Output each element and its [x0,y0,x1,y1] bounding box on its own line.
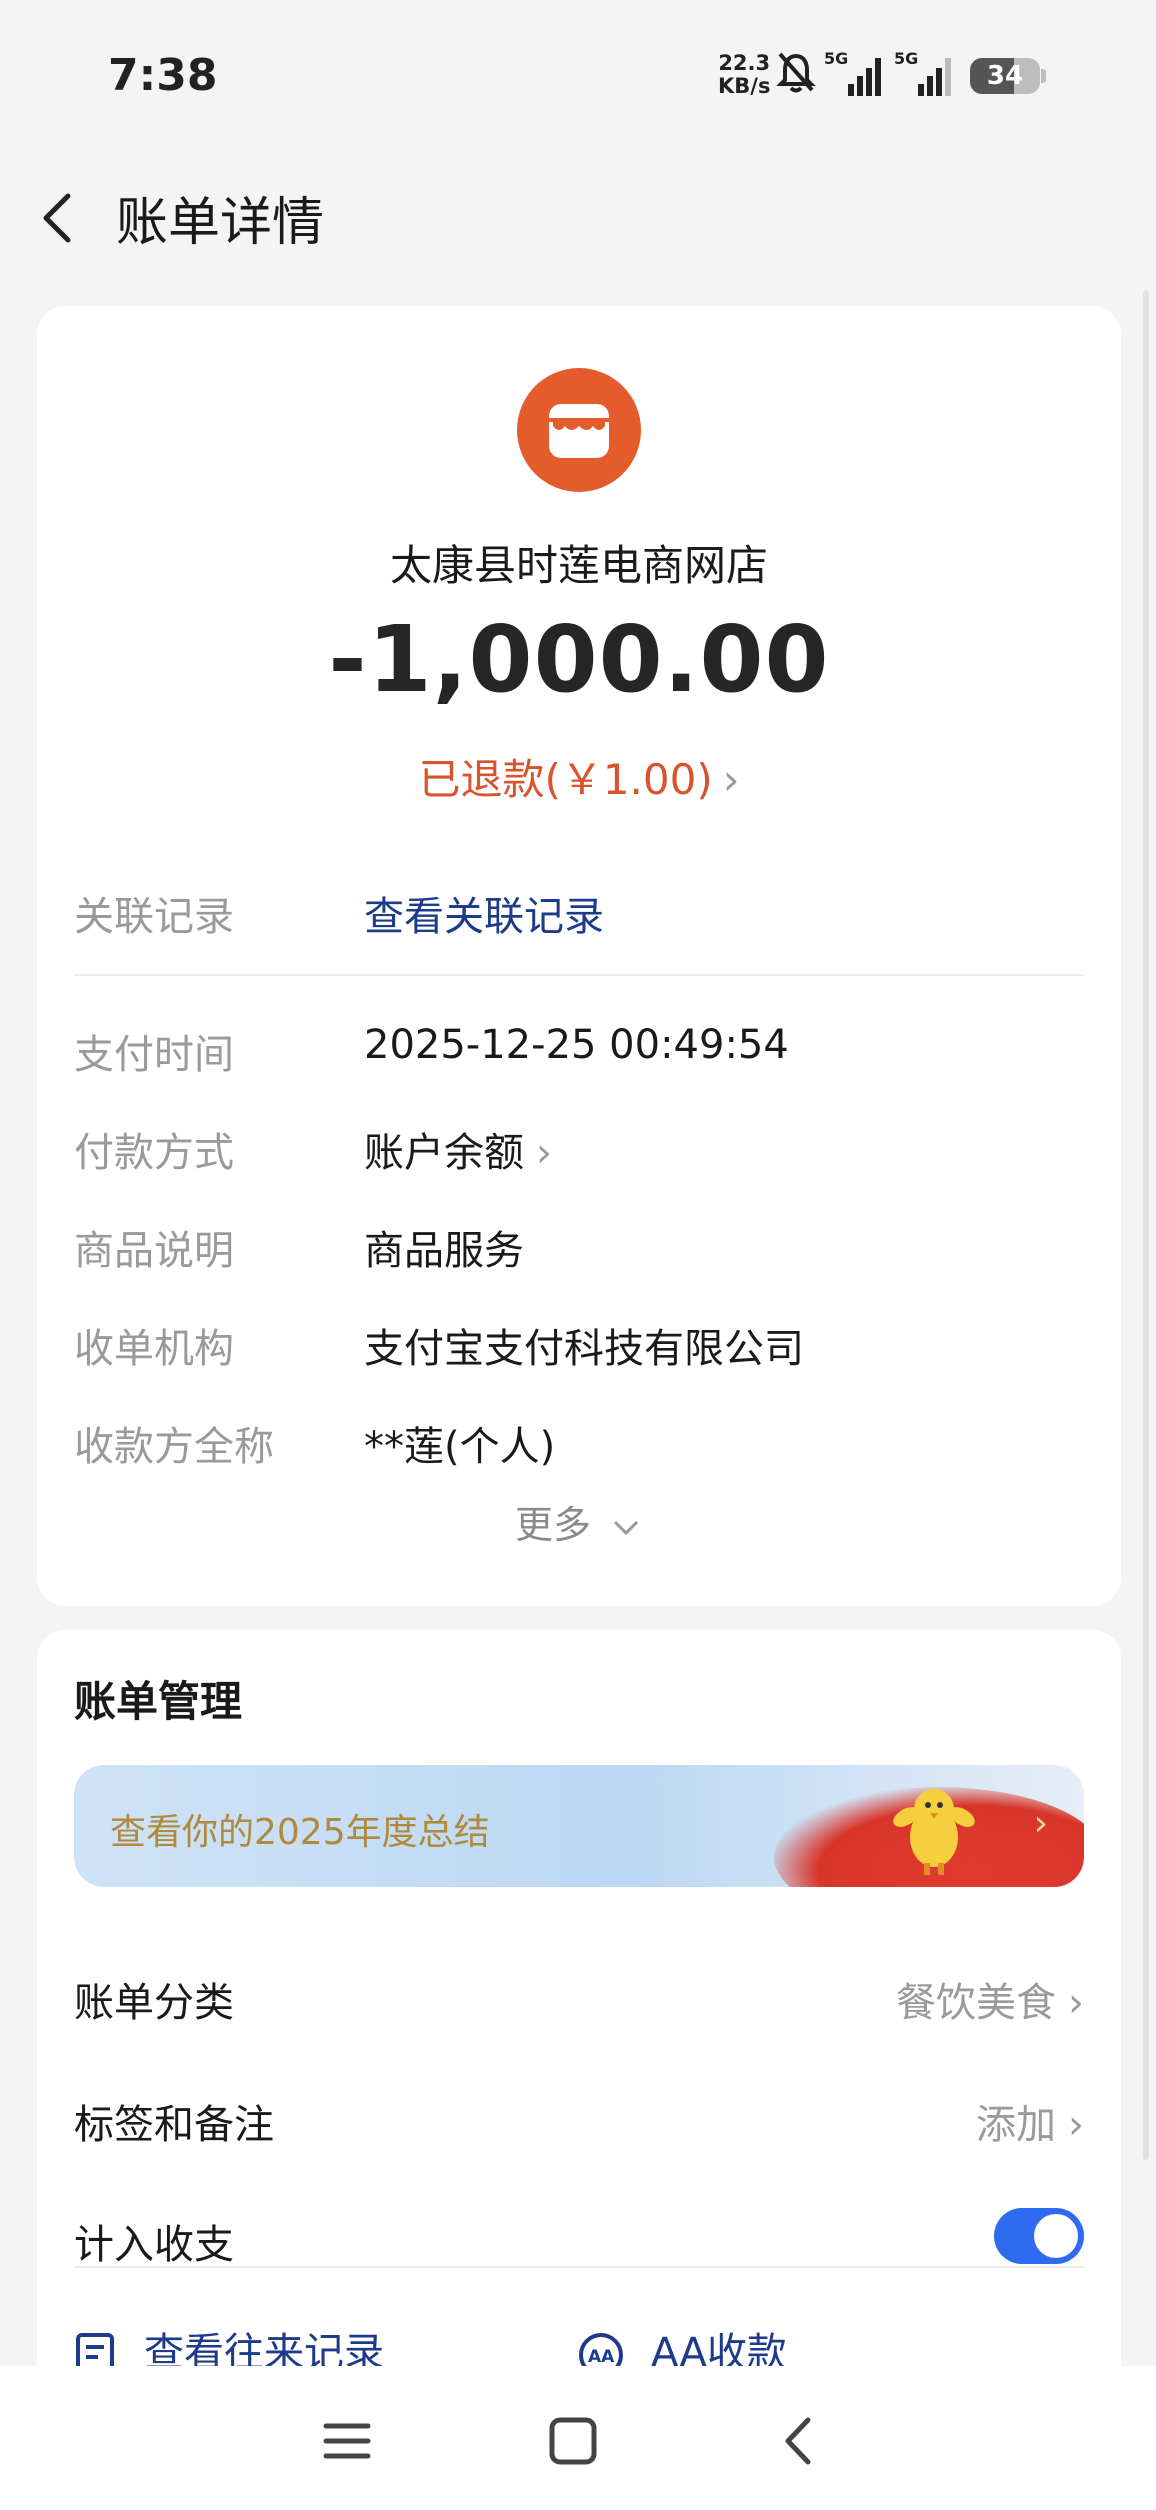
chick-mascot-icon [893,1789,975,1875]
more-label: 更多 [514,1503,591,1547]
status-bar: 7:38 22.3 KB/s 5G 5G 34 [0,0,1156,150]
refund-link[interactable]: 已退款(￥1.00) › [37,746,1121,807]
tags-notes-row[interactable]: 标签和备注 添加 › [74,2076,1084,2156]
toggle-knob [1034,2214,1078,2258]
include-income-row: 计入收支 [74,2196,1084,2276]
chevron-right-icon: › [1033,1803,1048,1844]
goods-value: 商品服务 [364,1228,524,1274]
system-navigation-bar [0,2366,1156,2510]
svg-text:5G: 5G [824,50,848,68]
tags-notes-value: 添加 › [976,2092,1084,2150]
detail-row-payee: 收款方全称 **莲(个人) [74,1404,1084,1474]
refund-text: 已退款(￥1.00) [418,755,713,804]
bill-category-label: 账单分类 [74,1980,234,2026]
merchant-name: 太康县时莲电商网店 [389,541,768,590]
chevron-right-icon: › [1068,2102,1084,2148]
network-speed: 22.3 KB/s [718,52,770,98]
acquirer-label: 收单机构 [74,1326,234,1372]
detail-row-payment-method[interactable]: 付款方式 账户余额 › [74,1110,1084,1180]
include-income-label: 计入收支 [74,2222,234,2268]
network-speed-unit: KB/s [718,74,771,98]
related-records-row: 关联记录 查看关联记录 [74,874,1084,944]
banner-text: 查看你的2025年度总结 [110,1812,490,1853]
payee-label: 收款方全称 [74,1424,274,1470]
menu-icon[interactable] [312,2406,382,2476]
annual-summary-banner[interactable]: 查看你的2025年度总结 › [74,1765,1084,1887]
header: 账单详情 [0,150,1156,280]
scrollbar[interactable] [1143,290,1149,2160]
battery-icon: 34 [970,58,1046,94]
chevron-right-icon: › [722,755,740,804]
chevron-right-icon: › [1068,1980,1084,2026]
signal-5g-icon: 5G [894,50,951,96]
bill-category-value: 餐饮美食 › [896,1970,1084,2028]
detail-row-pay-time: 支付时间 2025-12-25 00:49:54 [74,1012,1084,1082]
chevron-right-icon: › [536,1130,552,1176]
page-title: 账单详情 [116,193,325,253]
bell-muted-icon [776,52,816,93]
pay-time-value: 2025-12-25 00:49:54 [364,1022,789,1068]
detail-row-goods: 商品说明 商品服务 [74,1208,1084,1278]
svg-text:5G: 5G [894,50,918,68]
detail-row-acquirer: 收单机构 支付宝支付科技有限公司 [74,1306,1084,1376]
chevron-down-icon [613,1520,639,1535]
include-income-toggle[interactable] [994,2208,1084,2264]
divider [74,974,1084,976]
svg-text:AA: AA [588,2347,615,2367]
related-records-label: 关联记录 [74,894,234,940]
payee-value: **莲(个人) [364,1424,556,1470]
signal-5g-icon: 5G [824,50,881,96]
bill-category-row[interactable]: 账单分类 餐饮美食 › [74,1954,1084,2034]
tags-notes-label: 标签和备注 [74,2102,274,2148]
payment-method-value[interactable]: 账户余额 › [364,1120,552,1178]
shop-icon [517,368,641,492]
section-title: 账单管理 [74,1677,243,1726]
battery-level: 34 [986,61,1024,91]
divider [74,2266,1084,2268]
tags-notes-text: 添加 [976,2102,1056,2148]
pay-time-label: 支付时间 [74,1032,234,1078]
amount: -1,000.00 [328,606,830,713]
bill-category-text: 餐饮美食 [896,1980,1056,2026]
more-button[interactable]: 更多 [37,1494,1121,1549]
status-time: 7:38 [108,50,218,101]
view-related-records-link[interactable]: 查看关联记录 [364,884,604,942]
payment-method-label: 付款方式 [74,1130,234,1176]
goods-label: 商品说明 [74,1228,234,1274]
back-triangle-icon[interactable] [764,2406,834,2476]
bill-summary-card: 太康县时莲电商网店 -1,000.00 已退款(￥1.00) › 关联记录 查看关… [37,306,1121,1606]
acquirer-value: 支付宝支付科技有限公司 [364,1326,804,1372]
home-square-icon[interactable] [538,2406,608,2476]
back-button[interactable] [30,188,90,248]
payment-method-text: 账户余额 [364,1130,524,1176]
network-speed-value: 22.3 [718,51,771,75]
